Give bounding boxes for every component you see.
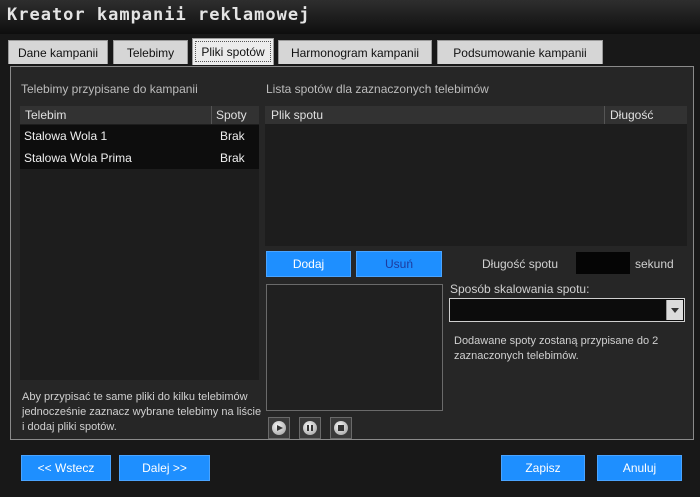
scaling-select[interactable] xyxy=(449,298,685,322)
column-plik-spotu[interactable]: Plik spotu xyxy=(271,106,323,124)
column-divider xyxy=(211,106,212,124)
pause-icon xyxy=(303,421,317,435)
tab-pliki-spotow[interactable]: Pliki spotów xyxy=(192,38,274,65)
next-button[interactable]: Dalej >> xyxy=(119,455,210,481)
spot-list-section-label: Lista spotów dla zaznaczonych telebimów xyxy=(266,82,489,96)
duration-label: Długość spotu xyxy=(482,257,559,271)
assignment-info: Dodawane spoty zostaną przypisane do 2 z… xyxy=(454,335,659,362)
spot-preview-area xyxy=(266,284,443,411)
telebimy-section-label: Telebimy przypisane do kampanii xyxy=(21,82,198,96)
column-spoty[interactable]: Spoty xyxy=(216,106,247,124)
window-title: Kreator kampanii reklamowej xyxy=(7,5,311,25)
multi-assign-hint: Aby przypisać te same pliki do kilku tel… xyxy=(22,391,262,433)
save-button[interactable]: Zapisz xyxy=(501,455,585,481)
duration-input[interactable] xyxy=(576,252,630,274)
table-row[interactable]: Stalowa Wola 1 Brak xyxy=(20,125,259,147)
cancel-button[interactable]: Anuluj xyxy=(597,455,682,481)
tab-harmonogram-kampanii[interactable]: Harmonogram kampanii xyxy=(278,40,432,64)
column-telebim[interactable]: Telebim xyxy=(25,106,66,124)
remove-spot-button[interactable]: Usuń xyxy=(356,251,442,277)
chevron-down-icon xyxy=(671,308,679,313)
stop-button[interactable] xyxy=(330,417,352,439)
duration-unit-label: sekund xyxy=(635,257,674,271)
dropdown-button[interactable] xyxy=(666,300,683,320)
table-row[interactable]: Stalowa Wola Prima Brak xyxy=(20,147,259,169)
scaling-label: Sposób skalowania spotu: xyxy=(450,282,590,296)
add-spot-button[interactable]: Dodaj xyxy=(266,251,351,277)
telebim-name: Stalowa Wola 1 xyxy=(24,129,108,143)
play-button[interactable] xyxy=(268,417,290,439)
column-divider xyxy=(604,106,605,124)
tab-podsumowanie-kampanii[interactable]: Podsumowanie kampanii xyxy=(437,40,603,64)
telebim-list-header: Telebim Spoty xyxy=(20,106,259,124)
play-icon xyxy=(272,421,286,435)
spot-list-header: Plik spotu Długość xyxy=(265,106,687,124)
telebim-name: Stalowa Wola Prima xyxy=(24,151,132,165)
stop-icon xyxy=(334,421,348,435)
column-dlugosc[interactable]: Długość xyxy=(610,106,653,124)
back-button[interactable]: << Wstecz xyxy=(21,455,111,481)
tab-dane-kampanii[interactable]: Dane kampanii xyxy=(8,40,108,64)
title-bar: Kreator kampanii reklamowej xyxy=(0,0,700,34)
telebim-spots: Brak xyxy=(220,151,245,165)
spot-list[interactable] xyxy=(265,106,687,246)
pause-button[interactable] xyxy=(299,417,321,439)
telebim-spots: Brak xyxy=(220,129,245,143)
tab-telebimy[interactable]: Telebimy xyxy=(113,40,188,64)
